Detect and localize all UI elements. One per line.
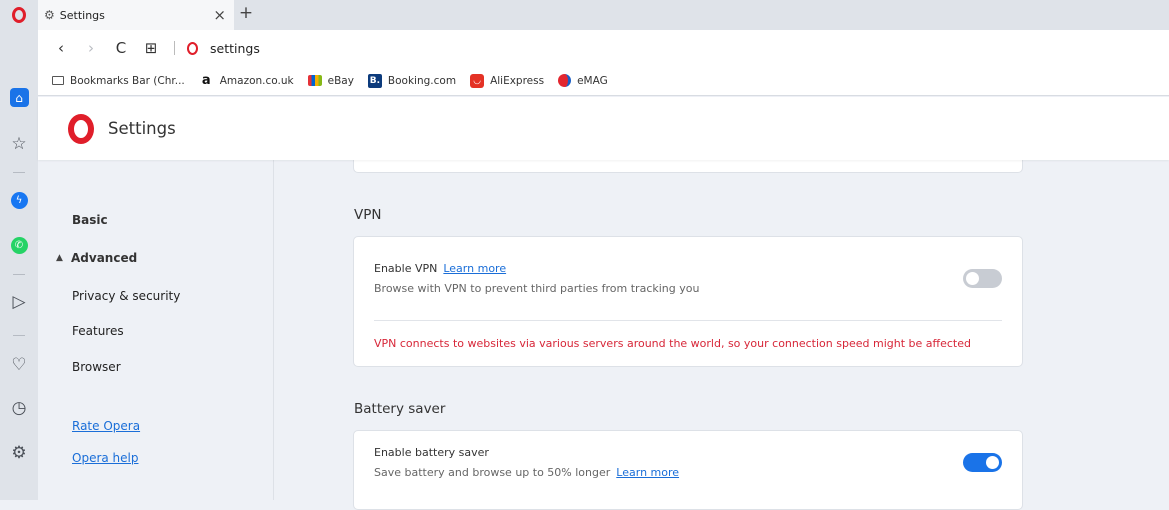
settings-nav: Basic ▲ Advanced Privacy & security Feat… <box>38 160 274 500</box>
sidebar-bookmarks[interactable]: ♡ <box>0 355 38 375</box>
bookmark-folder[interactable]: Bookmarks Bar (Chr... <box>52 75 185 87</box>
bookmark-booking[interactable]: B. Booking.com <box>367 73 457 88</box>
opera-help-link[interactable]: Opera help <box>72 451 139 465</box>
reload-button[interactable]: C <box>106 39 136 57</box>
opera-sidebar: ⌂ ☆ ϟ ✆ ▷ ♡ ◷ ⚙ <box>0 30 38 500</box>
messenger-icon: ϟ <box>10 192 28 209</box>
aliexpress-icon: ◡ <box>470 73 485 88</box>
bookmarks-bar: Bookmarks Bar (Chr... a Amazon.co.uk eBa… <box>38 66 1169 96</box>
battery-enable-label: Enable battery saver <box>374 446 489 459</box>
vpn-heading: VPN <box>354 207 382 223</box>
heart-icon: ♡ <box>11 355 27 375</box>
opera-site-icon <box>187 41 198 55</box>
bookmark-emag[interactable]: eMAG <box>558 74 608 87</box>
bookmark-ebay[interactable]: eBay <box>307 74 354 87</box>
gear-icon: ⚙ <box>11 443 27 463</box>
battery-description-text: Save battery and browse up to 50% longer <box>374 466 611 479</box>
opera-menu-button[interactable] <box>0 0 38 30</box>
bookmark-aliexpress[interactable]: ◡ AliExpress <box>470 73 545 88</box>
sidebar-divider <box>13 172 25 173</box>
star-icon: ☆ <box>11 134 27 154</box>
sidebar-messenger[interactable]: ϟ <box>0 192 38 209</box>
vpn-toggle[interactable] <box>963 269 1002 288</box>
toggle-knob <box>986 456 999 469</box>
address-separator <box>174 41 175 55</box>
clock-icon: ◷ <box>11 398 27 418</box>
opera-logo-icon <box>12 7 26 23</box>
tab-title: Settings <box>59 8 105 22</box>
vpn-description: Browse with VPN to prevent third parties… <box>374 282 700 295</box>
sidebar-speed-dial[interactable]: ☆ <box>0 134 38 154</box>
settings-header: Settings <box>38 97 1169 160</box>
vpn-title: Enable VPN Learn more <box>374 262 506 275</box>
toggle-knob <box>966 272 979 285</box>
vpn-divider <box>374 320 1002 321</box>
nav-advanced[interactable]: Advanced <box>71 251 137 265</box>
address-bar: ‹ › C ⊞ settings <box>38 30 1169 66</box>
nav-privacy-security[interactable]: Privacy & security <box>72 289 180 303</box>
vpn-warning: VPN connects to websites via various ser… <box>374 337 971 350</box>
battery-heading: Battery saver <box>354 401 446 417</box>
bookmark-label: Amazon.co.uk <box>219 74 294 87</box>
back-button[interactable]: ‹ <box>46 39 76 57</box>
battery-learn-more-link[interactable]: Learn more <box>616 466 679 479</box>
sidebar-history[interactable]: ◷ <box>0 398 38 418</box>
nav-features[interactable]: Features <box>72 324 124 338</box>
home-icon: ⌂ <box>9 88 29 107</box>
sidebar-whatsapp[interactable]: ✆ <box>0 237 38 254</box>
opera-logo-icon <box>68 113 94 144</box>
send-icon: ▷ <box>12 292 26 312</box>
forward-button[interactable]: › <box>76 39 106 57</box>
battery-card: Enable battery saver Save battery and br… <box>353 430 1023 510</box>
sidebar-home[interactable]: ⌂ <box>0 88 38 107</box>
tab-bar: ⚙ Settings × + <box>0 0 1169 30</box>
booking-icon: B. <box>367 73 382 88</box>
bookmark-label: Bookmarks Bar (Chr... <box>70 74 185 87</box>
sidebar-settings[interactable]: ⚙ <box>0 443 38 463</box>
sidebar-divider <box>13 335 25 336</box>
speed-dial-button[interactable]: ⊞ <box>136 39 166 57</box>
battery-description: Save battery and browse up to 50% longer… <box>374 466 679 479</box>
url-field[interactable]: settings <box>210 41 260 56</box>
settings-content: VPN Enable VPN Learn more Browse with VPN… <box>275 150 1169 510</box>
nav-browser[interactable]: Browser <box>72 360 121 374</box>
sidebar-flow[interactable]: ▷ <box>0 292 38 312</box>
bookmark-label: AliExpress <box>490 74 545 87</box>
emag-icon <box>558 74 572 87</box>
close-tab-icon[interactable]: × <box>213 6 226 24</box>
new-tab-button[interactable]: + <box>236 3 256 23</box>
ebay-icon <box>307 75 322 86</box>
bookmark-label: eMAG <box>577 74 608 87</box>
whatsapp-icon: ✆ <box>10 237 28 254</box>
folder-icon <box>52 76 64 85</box>
sidebar-divider <box>13 274 25 275</box>
vpn-learn-more-link[interactable]: Learn more <box>443 262 506 275</box>
vpn-enable-label: Enable VPN <box>374 262 438 275</box>
page-title: Settings <box>108 119 176 138</box>
battery-toggle[interactable] <box>963 453 1002 472</box>
amazon-icon: a <box>201 73 211 88</box>
collapse-arrow-icon[interactable]: ▲ <box>56 253 63 263</box>
bookmark-amazon[interactable]: a Amazon.co.uk <box>199 73 294 88</box>
gear-icon: ⚙ <box>44 8 55 22</box>
bookmark-label: eBay <box>327 74 354 87</box>
nav-basic[interactable]: Basic <box>72 213 108 227</box>
rate-opera-link[interactable]: Rate Opera <box>72 419 140 433</box>
tab-settings[interactable]: ⚙ Settings × <box>38 0 234 30</box>
vpn-card: Enable VPN Learn more Browse with VPN to … <box>353 236 1023 367</box>
bookmark-label: Booking.com <box>387 74 457 87</box>
